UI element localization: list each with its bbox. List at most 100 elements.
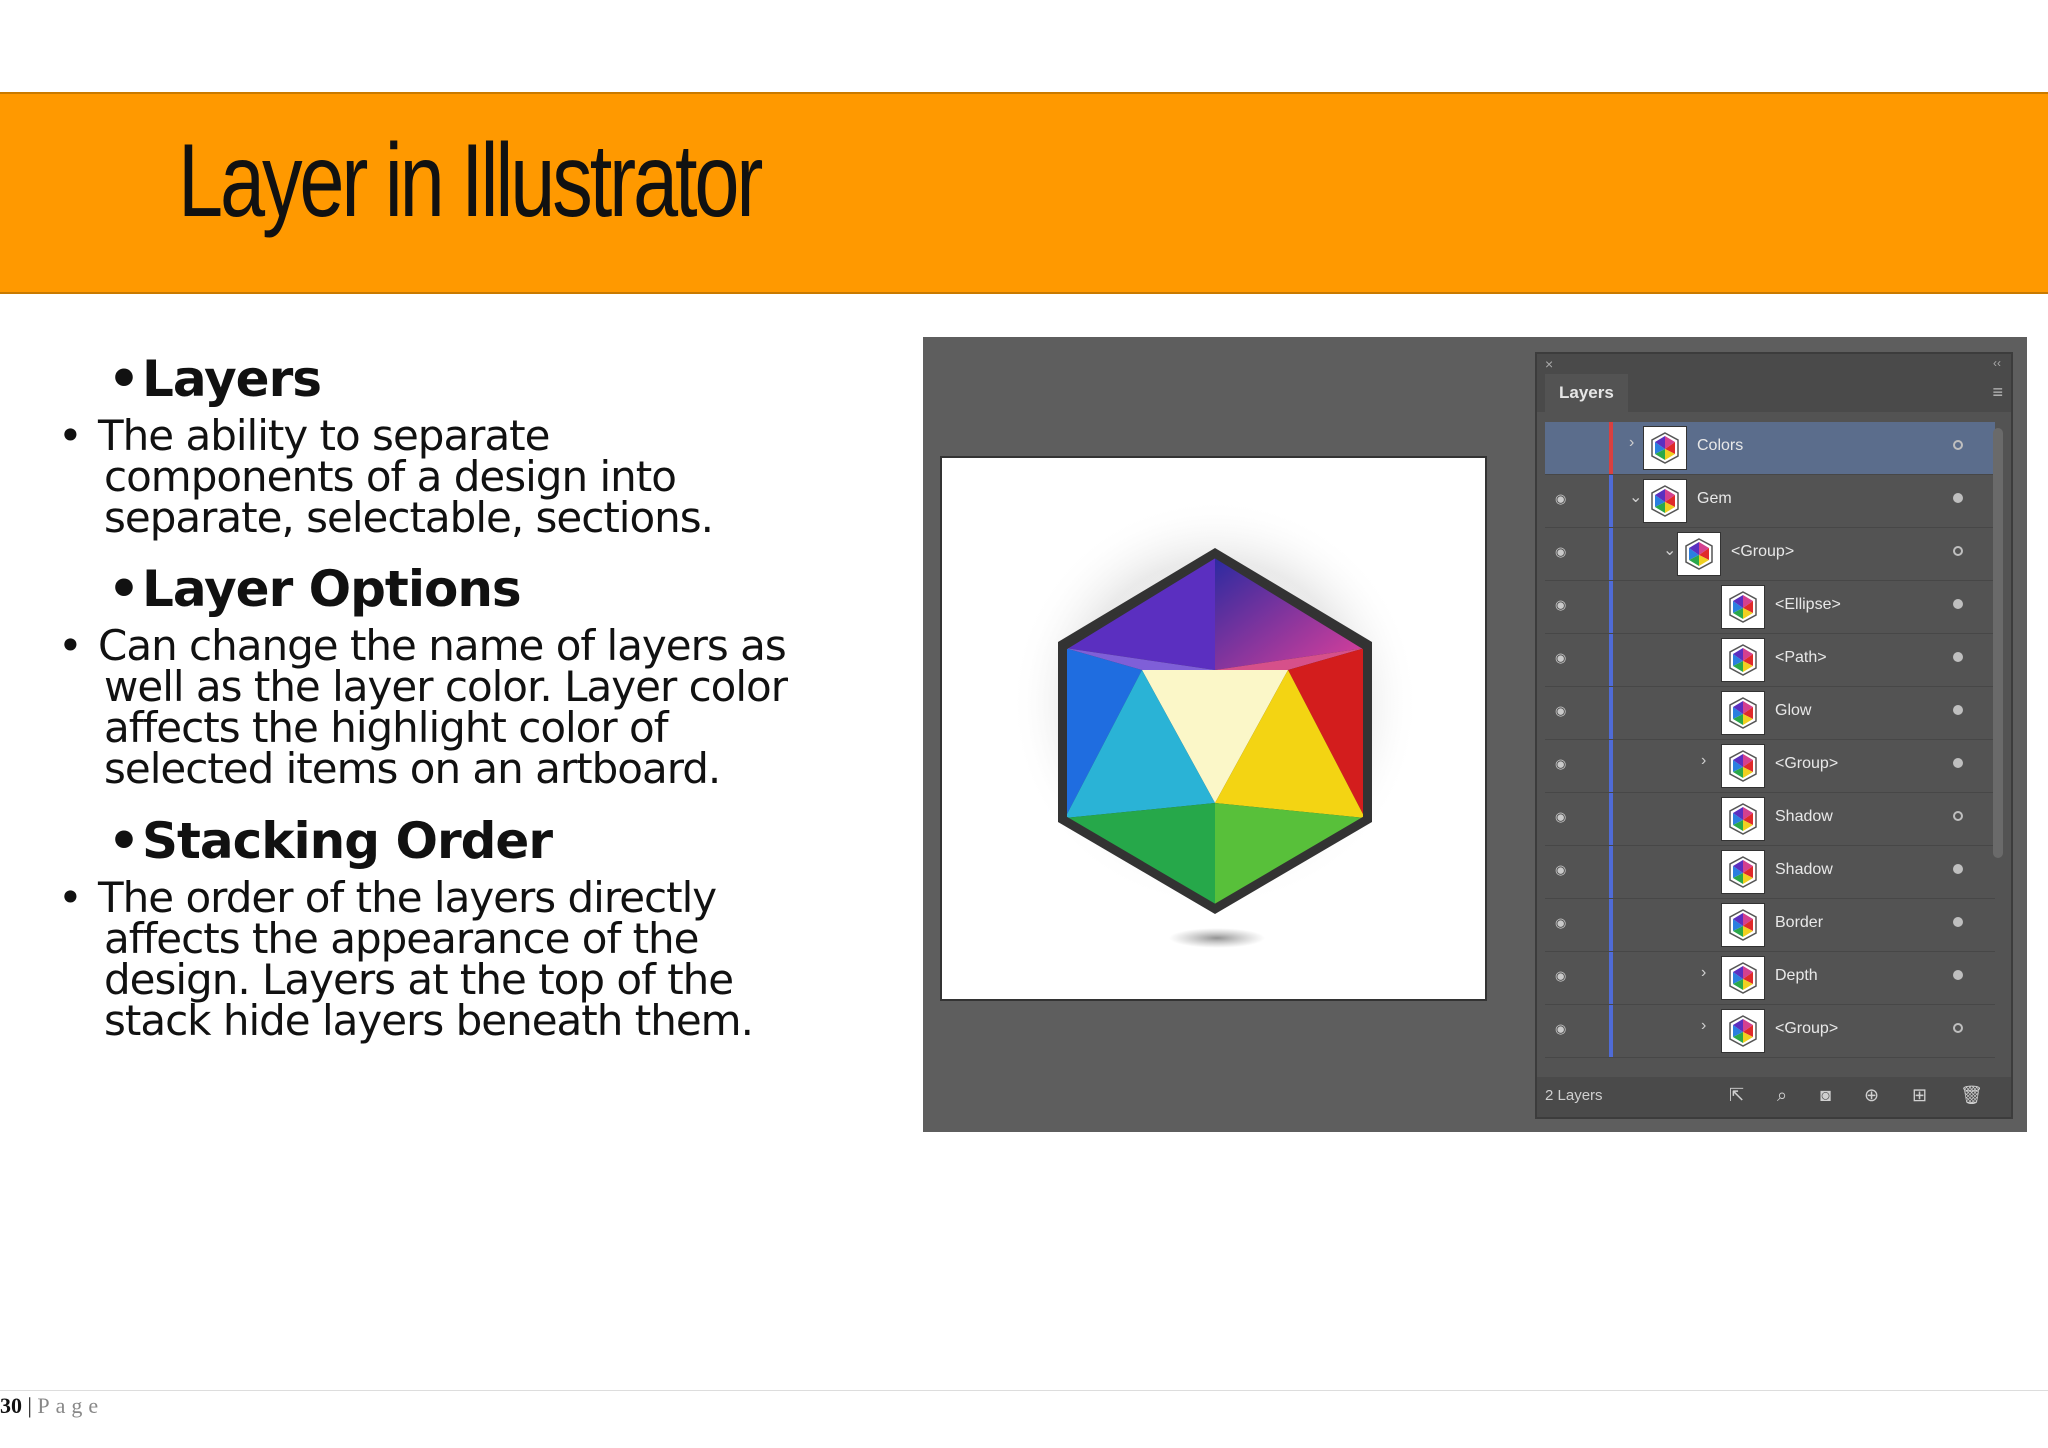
layer-thumbnail xyxy=(1721,956,1765,1000)
scrollbar[interactable] xyxy=(1993,428,2003,858)
layer-thumbnail xyxy=(1643,479,1687,523)
collapse-icon[interactable]: ‹‹ xyxy=(1993,356,2001,370)
layer-thumbnail xyxy=(1721,744,1765,788)
illustrator-screenshot: × ‹‹ Layers ≡ › Colors ◉ ⌄ Gem ◉ ⌄ <Group> ◉ <Ell… xyxy=(923,337,2027,1132)
layer-name[interactable]: Shadow xyxy=(1775,808,1833,826)
target-circle-icon[interactable] xyxy=(1953,864,1963,874)
layer-thumbnail xyxy=(1721,1009,1765,1053)
expand-chevron-icon[interactable]: › xyxy=(1701,752,1706,770)
layer-row[interactable]: ◉ Shadow xyxy=(1545,793,1995,846)
eye-icon[interactable]: ◉ xyxy=(1555,651,1575,665)
layer-thumbnail xyxy=(1721,691,1765,735)
artboard xyxy=(940,456,1487,1001)
layer-thumbnail xyxy=(1677,532,1721,576)
panel-footer: 2 Layers ⇱ ⌕ ◙ ⊕ ⊞ 🗑 xyxy=(1537,1077,2011,1117)
heading-layer-options: •Layer Options xyxy=(108,560,522,618)
panel-header: × ‹‹ Layers ≡ xyxy=(1537,354,2011,412)
target-circle-icon[interactable] xyxy=(1953,599,1963,609)
layer-row[interactable]: › Colors xyxy=(1545,422,1995,475)
layer-name[interactable]: <Group> xyxy=(1731,543,1794,561)
layer-thumbnail xyxy=(1721,797,1765,841)
layer-color-bar xyxy=(1609,634,1613,686)
eye-icon[interactable]: ◉ xyxy=(1555,969,1575,983)
layer-thumbnail xyxy=(1643,426,1687,470)
paragraph-layers: • The ability to separate components of … xyxy=(58,411,714,542)
layer-color-bar xyxy=(1609,952,1613,1004)
gem-illustration xyxy=(1010,498,1420,948)
eye-icon[interactable]: ◉ xyxy=(1555,863,1575,877)
page-number: 30 xyxy=(0,1393,22,1418)
layer-row[interactable]: ◉ Border xyxy=(1545,899,1995,952)
layer-color-bar xyxy=(1609,475,1613,527)
layer-name[interactable]: <Group> xyxy=(1775,1020,1838,1038)
layer-count: 2 Layers xyxy=(1545,1087,1603,1104)
eye-icon[interactable]: ◉ xyxy=(1555,598,1575,612)
layer-name[interactable]: Glow xyxy=(1775,702,1811,720)
close-icon[interactable]: × xyxy=(1545,356,1553,372)
target-circle-icon[interactable] xyxy=(1953,440,1963,450)
layer-row[interactable]: ◉ ⌄ Gem xyxy=(1545,475,1995,528)
target-circle-icon[interactable] xyxy=(1953,917,1963,927)
layer-name[interactable]: <Path> xyxy=(1775,649,1827,667)
target-circle-icon[interactable] xyxy=(1953,652,1963,662)
target-circle-icon[interactable] xyxy=(1953,811,1963,821)
paragraph-layer-options: • Can change the name of layers as well … xyxy=(58,621,788,793)
eye-icon[interactable]: ◉ xyxy=(1555,810,1575,824)
eye-icon[interactable]: ◉ xyxy=(1555,1022,1575,1036)
layer-row[interactable]: ◉ Glow xyxy=(1545,687,1995,740)
layer-color-bar xyxy=(1609,687,1613,739)
heading-stacking-order: •Stacking Order xyxy=(108,812,553,870)
layer-row[interactable]: ◉ <Path> xyxy=(1545,634,1995,687)
layer-color-bar xyxy=(1609,528,1613,580)
layer-name[interactable]: Depth xyxy=(1775,967,1818,985)
layer-name[interactable]: Shadow xyxy=(1775,861,1833,879)
target-circle-icon[interactable] xyxy=(1953,758,1963,768)
expand-chevron-icon[interactable]: › xyxy=(1701,1017,1706,1035)
layer-color-bar xyxy=(1609,1005,1613,1057)
layer-color-bar xyxy=(1609,793,1613,845)
layer-row[interactable]: ◉ › <Group> xyxy=(1545,1005,1995,1058)
eye-icon[interactable]: ◉ xyxy=(1555,704,1575,718)
layer-row[interactable]: ◉ <Ellipse> xyxy=(1545,581,1995,634)
eye-icon[interactable]: ◉ xyxy=(1555,492,1575,506)
layer-color-bar xyxy=(1609,846,1613,898)
layer-row[interactable]: ◉ ⌄ <Group> xyxy=(1545,528,1995,581)
eye-icon[interactable]: ◉ xyxy=(1555,916,1575,930)
expand-chevron-icon[interactable]: › xyxy=(1701,964,1706,982)
layer-thumbnail xyxy=(1721,850,1765,894)
layer-name[interactable]: <Group> xyxy=(1775,755,1838,773)
target-circle-icon[interactable] xyxy=(1953,493,1963,503)
layer-color-bar xyxy=(1609,422,1613,474)
tab-layers[interactable]: Layers xyxy=(1545,374,1628,412)
page-label: Page xyxy=(37,1393,105,1418)
layer-name[interactable]: <Ellipse> xyxy=(1775,596,1841,614)
expand-chevron-icon[interactable]: ⌄ xyxy=(1629,487,1642,507)
layer-name[interactable]: Border xyxy=(1775,914,1823,932)
layer-color-bar xyxy=(1609,740,1613,792)
layer-thumbnail xyxy=(1721,585,1765,629)
target-circle-icon[interactable] xyxy=(1953,546,1963,556)
layer-name[interactable]: Colors xyxy=(1697,437,1743,455)
paragraph-stacking-order: • The order of the layers directly affec… xyxy=(58,873,754,1045)
layer-name[interactable]: Gem xyxy=(1697,490,1732,508)
expand-chevron-icon[interactable]: › xyxy=(1629,434,1634,452)
target-circle-icon[interactable] xyxy=(1953,705,1963,715)
title-banner: Layer in Illustrator xyxy=(0,92,2048,294)
layer-row[interactable]: ◉ › Depth xyxy=(1545,952,1995,1005)
expand-chevron-icon[interactable]: ⌄ xyxy=(1663,540,1676,560)
page-footer: 30 | Page xyxy=(0,1393,105,1418)
layer-thumbnail xyxy=(1721,638,1765,682)
layer-row[interactable]: ◉ Shadow xyxy=(1545,846,1995,899)
layer-row[interactable]: ◉ › <Group> xyxy=(1545,740,1995,793)
slide-title: Layer in Illustrator xyxy=(178,123,763,239)
target-circle-icon[interactable] xyxy=(1953,1023,1963,1033)
panel-menu-icon[interactable]: ≡ xyxy=(1992,382,2003,403)
footer-action-icons[interactable]: ⇱ ⌕ ◙ ⊕ ⊞ 🗑 xyxy=(1729,1085,1997,1106)
layers-panel: × ‹‹ Layers ≡ › Colors ◉ ⌄ Gem ◉ ⌄ <Group> ◉ <Ell… xyxy=(1535,352,2013,1119)
footer-divider xyxy=(0,1390,2048,1391)
eye-icon[interactable]: ◉ xyxy=(1555,545,1575,559)
target-circle-icon[interactable] xyxy=(1953,970,1963,980)
layer-color-bar xyxy=(1609,899,1613,951)
eye-icon[interactable]: ◉ xyxy=(1555,757,1575,771)
heading-layers: •Layers xyxy=(108,350,322,408)
